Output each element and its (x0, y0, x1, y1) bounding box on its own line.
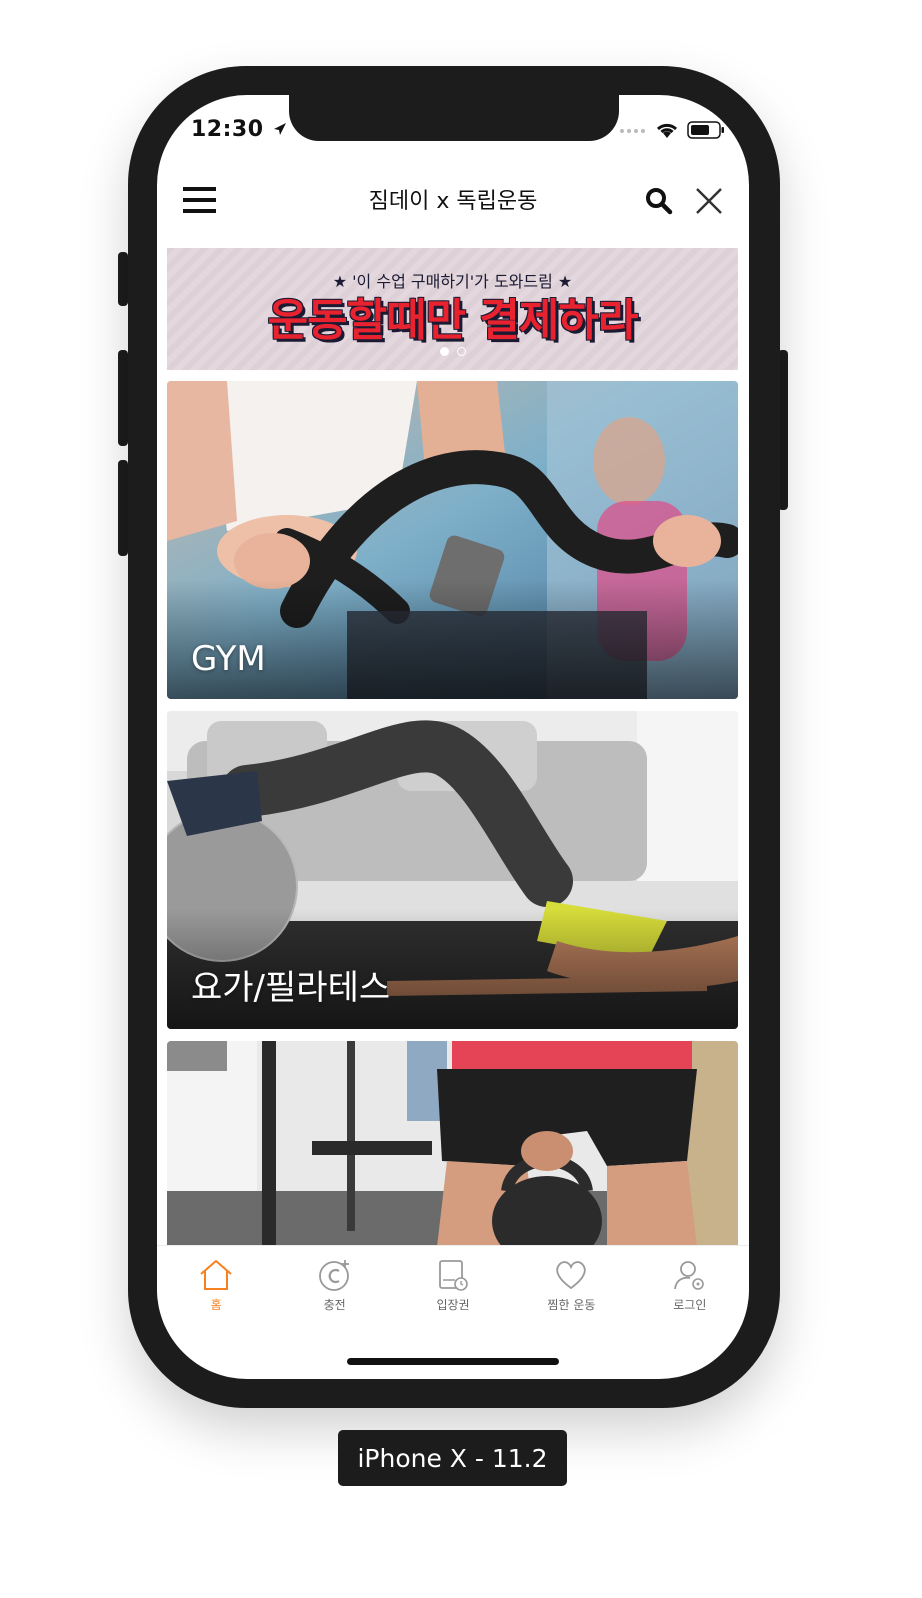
user-icon (673, 1261, 704, 1290)
page-dot-active[interactable] (439, 347, 449, 356)
heart-icon (556, 1261, 587, 1290)
volume-down-button (118, 460, 128, 556)
wifi-icon (656, 123, 678, 138)
tab-login[interactable]: 로그인 (631, 1246, 749, 1326)
search-button[interactable] (645, 187, 673, 215)
charge-icon (318, 1260, 349, 1291)
battery-icon (687, 121, 724, 139)
category-label-gym: GYM (191, 639, 266, 679)
banner-headline: 운동할때만 결제하라 (267, 295, 639, 346)
tab-ticket[interactable]: 입장권 (394, 1246, 512, 1326)
volume-up-button (118, 350, 128, 446)
status-indicators (619, 121, 725, 139)
category-label-yoga-pilates: 요가/필라테스 (191, 968, 391, 1008)
tab-label-charge: 충전 (323, 1298, 346, 1312)
ticket-icon (439, 1260, 468, 1291)
nav-bar: 짐데이 x 독립운동 (157, 165, 749, 237)
phone-screen: 12:30 짐데이 x 독립운동 ★ '이 수업 구매하기'가 도와드림 ★ 운… (157, 95, 749, 1379)
kettlebell-photo (167, 1041, 738, 1247)
banner-pagination (167, 347, 738, 356)
close-button[interactable] (695, 187, 723, 215)
tab-favorites[interactable]: 찜한 운동 (512, 1246, 630, 1326)
home-icon (200, 1260, 232, 1290)
simulator-stage: 12:30 짐데이 x 독립운동 ★ '이 수업 구매하기'가 도와드림 ★ 운… (0, 0, 922, 1598)
home-indicator[interactable] (347, 1358, 559, 1365)
status-time: 12:30 (191, 117, 288, 142)
tab-label-ticket: 입장권 (436, 1298, 470, 1312)
category-card-gym[interactable]: GYM (167, 381, 738, 699)
tab-bar: 홈 충전 입장권 찜한 운동 로그인 (157, 1245, 749, 1326)
signal-icon (620, 129, 645, 133)
page-dot[interactable] (456, 347, 466, 356)
tab-charge[interactable]: 충전 (275, 1246, 393, 1326)
tab-home[interactable]: 홈 (157, 1246, 275, 1326)
status-time-text: 12:30 (191, 117, 264, 142)
tab-label-favorites: 찜한 운동 (547, 1298, 596, 1312)
search-icon (646, 188, 673, 215)
location-arrow-icon (273, 123, 286, 135)
silent-switch (118, 252, 128, 306)
close-icon (696, 188, 722, 214)
device-label: iPhone X - 11.2 (338, 1430, 567, 1486)
notch (289, 95, 619, 141)
tab-label-login: 로그인 (673, 1298, 707, 1312)
category-card-yoga-pilates[interactable]: 요가/필라테스 (167, 711, 738, 1029)
category-card-crossfit[interactable] (167, 1041, 738, 1247)
tab-label-home: 홈 (210, 1298, 222, 1312)
promo-banner[interactable]: ★ '이 수업 구매하기'가 도와드림 ★ 운동할때만 결제하라 (167, 248, 738, 370)
